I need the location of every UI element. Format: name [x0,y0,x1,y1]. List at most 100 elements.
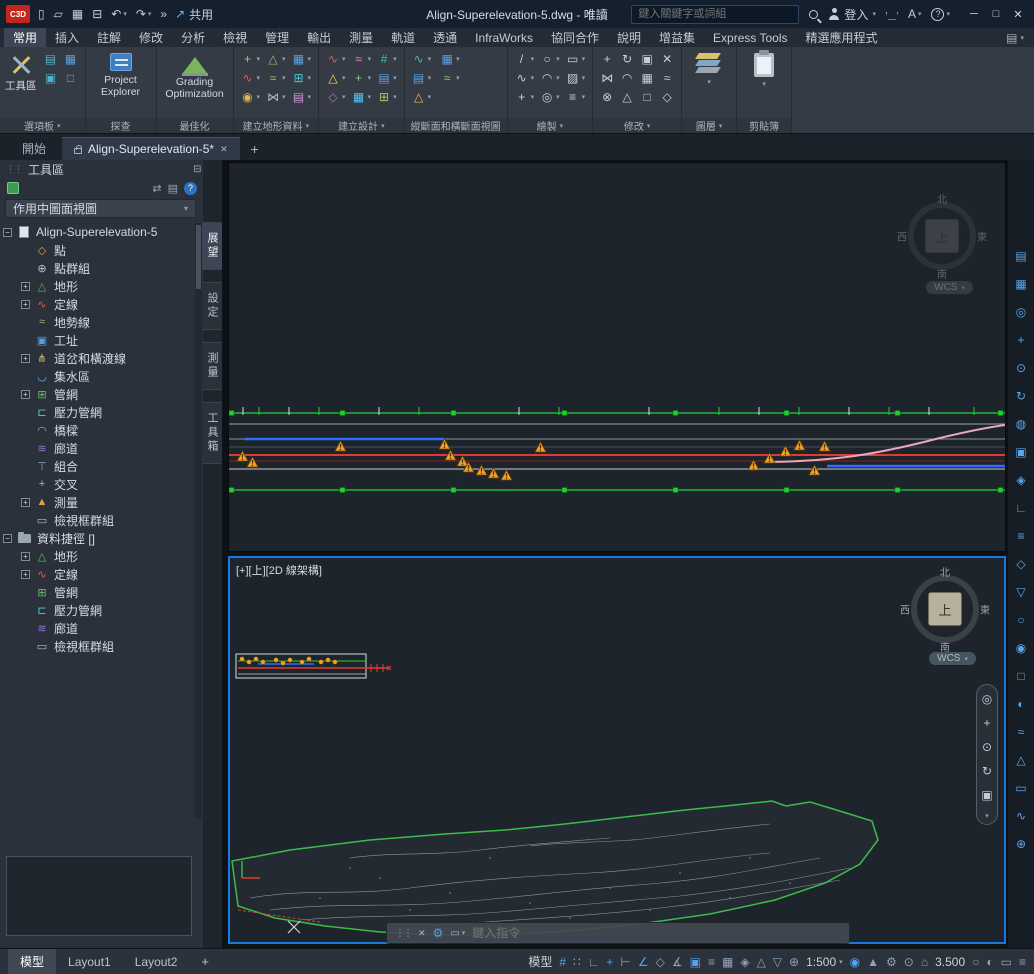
viewport-controls-label[interactable]: [+][上][2D 線架構] [236,562,322,578]
close-icon[interactable]: ✕ [418,928,426,939]
ribbon-tool-button[interactable]: ◉▾ [239,88,263,105]
viewcube-icon[interactable]: ◎ [1016,306,1026,319]
ucs-icon[interactable]: ∟ [1015,502,1027,515]
paste-button[interactable]: ▾ [742,50,786,88]
annotation-visibility-icon[interactable]: ◉ [850,955,860,969]
tree-expand-icon[interactable]: + [21,498,30,507]
tree-item[interactable]: +交叉 [3,475,194,493]
open-icon[interactable]: ▱ [54,7,63,21]
ribbon-tool-button[interactable]: ▤ [42,50,60,67]
ribbon-tab-常用[interactable]: 常用 [4,28,46,47]
toolspace-tab-工具箱[interactable]: 工具箱 [202,402,223,464]
tree-expand-icon[interactable]: + [21,390,30,399]
ribbon-tool-button[interactable]: +▾ [513,88,537,105]
plot-icon[interactable]: ⊟ [92,7,102,21]
lineweight-icon[interactable]: ≡ [708,955,715,969]
panel-label-profile-section[interactable]: 縱斷面和橫斷面視圖 [405,118,507,133]
graphics-performance-icon[interactable]: ◐ [986,955,993,969]
signin-button[interactable]: 登入 ▾ [828,6,876,23]
ribbon-tool-button[interactable]: ◠▾ [538,69,562,86]
tree-expand-icon[interactable]: − [3,228,12,237]
view-selector-dropdown[interactable]: 作用中圖面視圖▾ [5,199,196,218]
panel-label-design[interactable]: 建立設計▾ [319,118,404,133]
minimize-icon[interactable]: ─ [964,8,984,21]
ribbon-tab-註解[interactable]: 註解 [88,28,130,47]
tree-item[interactable]: ⊏壓力管網 [3,601,194,619]
tree-expand-icon[interactable]: + [21,300,30,309]
project-explorer-button[interactable]: Project Explorer [91,50,151,98]
tree-item[interactable]: +⊞管網 [3,385,194,403]
ribbon-tool-button[interactable]: ▤▾ [375,69,399,86]
ribbon-tool-button[interactable]: △▾ [264,50,288,67]
zoom-icon[interactable]: ⊙ [982,740,992,754]
ribbon-tab-增益集[interactable]: 增益集 [650,28,704,47]
drag-grip-icon[interactable]: ⋮⋮ [6,164,22,175]
ribbon-tab-修改[interactable]: 修改 [130,28,172,47]
tree-item[interactable]: +∿定線 [3,565,194,583]
tree-item[interactable]: ▣工址 [3,331,194,349]
command-line[interactable]: ⋮⋮ ✕ ⚙ ▭▾ [386,922,850,944]
undo-icon[interactable]: ↶▾ [111,7,127,21]
tree-item[interactable]: ≋廊道 [3,619,194,637]
ribbon-tool-button[interactable]: ∿▾ [239,69,263,86]
viewport-top[interactable]: 上 北 南 西 東 WCS▾ [228,162,1006,552]
panel-label-clipboard[interactable]: 剪貼簿 [737,118,791,133]
ribbon-tool-button[interactable]: ◇▾ [324,88,348,105]
osnap-icon[interactable]: ▣ [690,955,701,969]
units-icon[interactable]: ⌂ [921,955,928,969]
ribbon-tool-button[interactable]: ✕ [658,50,676,67]
ribbon-tool-button[interactable]: ⊞▾ [375,88,399,105]
ribbon-tab-說明[interactable]: 說明 [608,28,650,47]
recent-commands-icon[interactable]: ▭▾ [450,928,465,939]
ribbon-tool-button[interactable]: □ [62,69,80,86]
ribbon-tool-button[interactable]: ≈▾ [350,50,374,67]
ribbon-tool-button[interactable]: ◠ [618,69,636,86]
navbar-menu-icon[interactable]: ▾ [985,812,989,820]
workspace-icon[interactable]: ⚙ [886,955,897,969]
help-search[interactable] [631,5,799,24]
tree-item[interactable]: ▭檢視框群組 [3,511,194,529]
blocks-icon[interactable]: ▦ [1015,278,1026,291]
tab-close-icon[interactable]: ✕ [220,144,228,155]
item-view-toggle-icon[interactable]: ⇄ [152,182,161,195]
ribbon-tool-button[interactable]: ○▾ [538,50,562,67]
tree-expand-icon[interactable]: + [21,282,30,291]
viewcube[interactable]: 上 北 南 西 東 [899,193,985,279]
ribbon-tool-button[interactable]: ▦ [638,69,656,86]
tree-expand-icon[interactable]: + [21,552,30,561]
ribbon-tool-button[interactable]: ◇ [658,88,676,105]
fly-icon[interactable]: △ [1016,754,1025,767]
model-space-toggle[interactable]: 模型 [528,953,552,970]
app-store-icon[interactable] [886,12,898,20]
properties-icon[interactable]: ▤ [1015,250,1026,263]
wcs-selector[interactable]: WCS▾ [926,281,973,294]
ribbon-tool-button[interactable]: ▦ [62,50,80,67]
new-tab-button[interactable]: + [244,138,266,160]
tree-item[interactable]: ◠橋樑 [3,421,194,439]
layout-tab-Layout2[interactable]: Layout2 [123,951,190,973]
ribbon-tab-InfraWorks[interactable]: InfraWorks [466,28,542,47]
tree-item[interactable]: +△地形 [3,547,194,565]
scrollbar-thumb[interactable] [196,225,201,289]
toolspace-tab-展望[interactable]: 展望 [202,222,223,270]
annotation-monitor-icon[interactable]: ⊙ [904,955,914,969]
panel-label-palettes[interactable]: 選項板▾ [0,118,85,133]
polar-tracking-icon[interactable]: ∠ [638,955,649,969]
isodraft-icon[interactable]: ◇ [656,955,665,969]
tree-item[interactable]: ◡集水區 [3,367,194,385]
new-layout-button[interactable]: + [193,954,217,969]
ribbon-tool-button[interactable]: ≈ [658,69,676,86]
share-button[interactable]: ↗ 共用 [175,6,213,23]
tree-item[interactable]: ⊤組合 [3,457,194,475]
help-icon[interactable]: ? [184,182,197,195]
panel-label-optimization[interactable]: 最佳化 [157,118,233,133]
ribbon-tool-button[interactable]: ≈▾ [264,69,288,86]
ribbon-tab-精選應用程式[interactable]: 精選應用程式 [797,28,887,47]
tree-expand-icon[interactable]: + [21,570,30,579]
ribbon-tool-button[interactable]: ⋈▾ [264,88,288,105]
ribbon-tool-button[interactable]: ⋈ [598,69,616,86]
ribbon-tab-輸出[interactable]: 輸出 [298,28,340,47]
orbit-icon[interactable]: ↻ [982,764,992,778]
ribbon-tool-button[interactable]: ▭▾ [564,50,588,67]
snap-icon[interactable]: ∷ [573,955,581,969]
